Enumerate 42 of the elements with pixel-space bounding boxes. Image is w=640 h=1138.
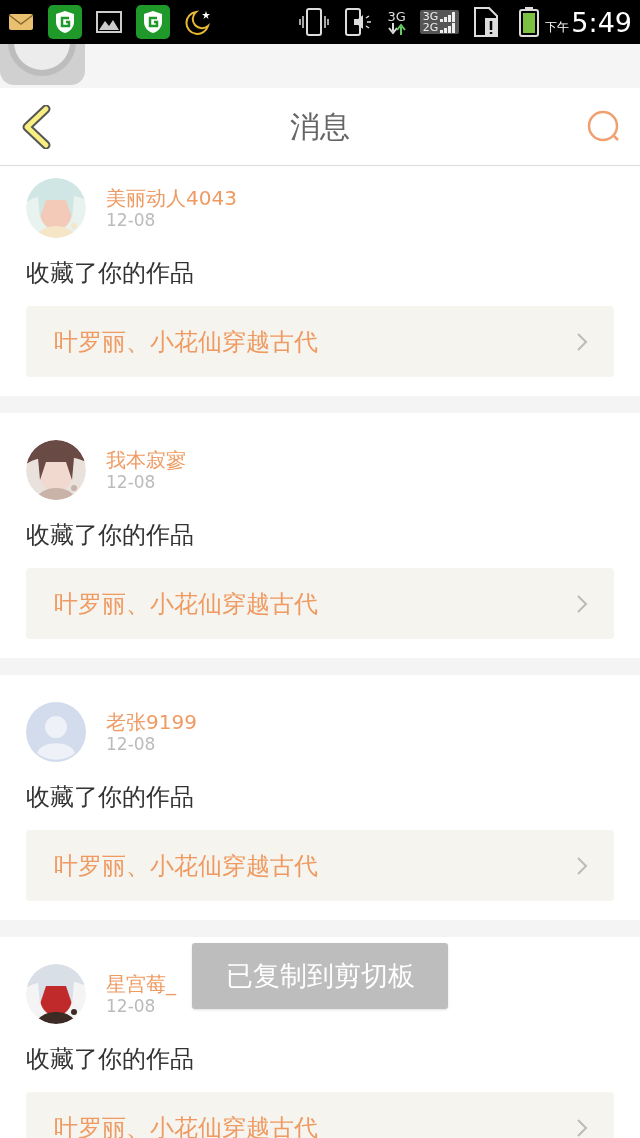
work-link[interactable]: 叶罗丽、小花仙穿越古代	[26, 1092, 614, 1138]
shield-icon	[48, 5, 82, 39]
moon-icon	[184, 9, 212, 35]
sim-alert-icon	[473, 6, 500, 38]
avatar-icon	[26, 702, 86, 762]
message-text: 收藏了你的作品	[26, 1044, 195, 1074]
signal-icon	[440, 23, 457, 33]
user-name[interactable]: 我本寂寥	[106, 449, 186, 470]
chevron-right-icon	[576, 1117, 588, 1138]
work-link[interactable]: 叶罗丽、小花仙穿越古代	[26, 306, 614, 377]
muted-phone-icon	[343, 7, 374, 37]
chevron-right-icon	[576, 855, 588, 876]
mail-icon	[8, 12, 34, 32]
toast-message: 已复制到剪切板	[192, 943, 448, 1009]
message-date: 12-08	[106, 211, 157, 229]
page-title: 消息	[290, 108, 350, 146]
data-arrows-icon	[387, 22, 406, 35]
sim-network: 2G	[422, 22, 439, 33]
user-name[interactable]: 老张9199	[106, 711, 197, 732]
message-date: 12-08	[106, 735, 157, 753]
battery-icon	[519, 7, 540, 37]
message-text: 收藏了你的作品	[26, 782, 195, 812]
clock-time: 5:49	[571, 8, 632, 36]
shield-icon	[136, 5, 170, 39]
work-link[interactable]: 叶罗丽、小花仙穿越古代	[26, 568, 614, 639]
vibrate-icon	[299, 7, 330, 37]
chevron-right-icon	[576, 331, 588, 352]
signal-icon	[440, 12, 457, 22]
message-date: 12-08	[106, 997, 157, 1015]
work-link[interactable]: 叶罗丽、小花仙穿越古代	[26, 830, 614, 901]
network-type: 3G	[387, 9, 406, 23]
image-icon	[96, 11, 122, 33]
sim-network: 3G	[422, 11, 439, 22]
user-name[interactable]: 美丽动人4043	[106, 187, 237, 208]
back-icon	[21, 104, 51, 149]
user-name[interactable]: 星宫莓_	[106, 973, 176, 994]
message-text: 收藏了你的作品	[26, 520, 195, 550]
chevron-right-icon	[576, 593, 588, 614]
message-text: 收藏了你的作品	[26, 258, 195, 288]
time-period: 下午	[545, 20, 570, 33]
message-date: 12-08	[106, 473, 157, 491]
floating-app-icon	[0, 44, 85, 85]
